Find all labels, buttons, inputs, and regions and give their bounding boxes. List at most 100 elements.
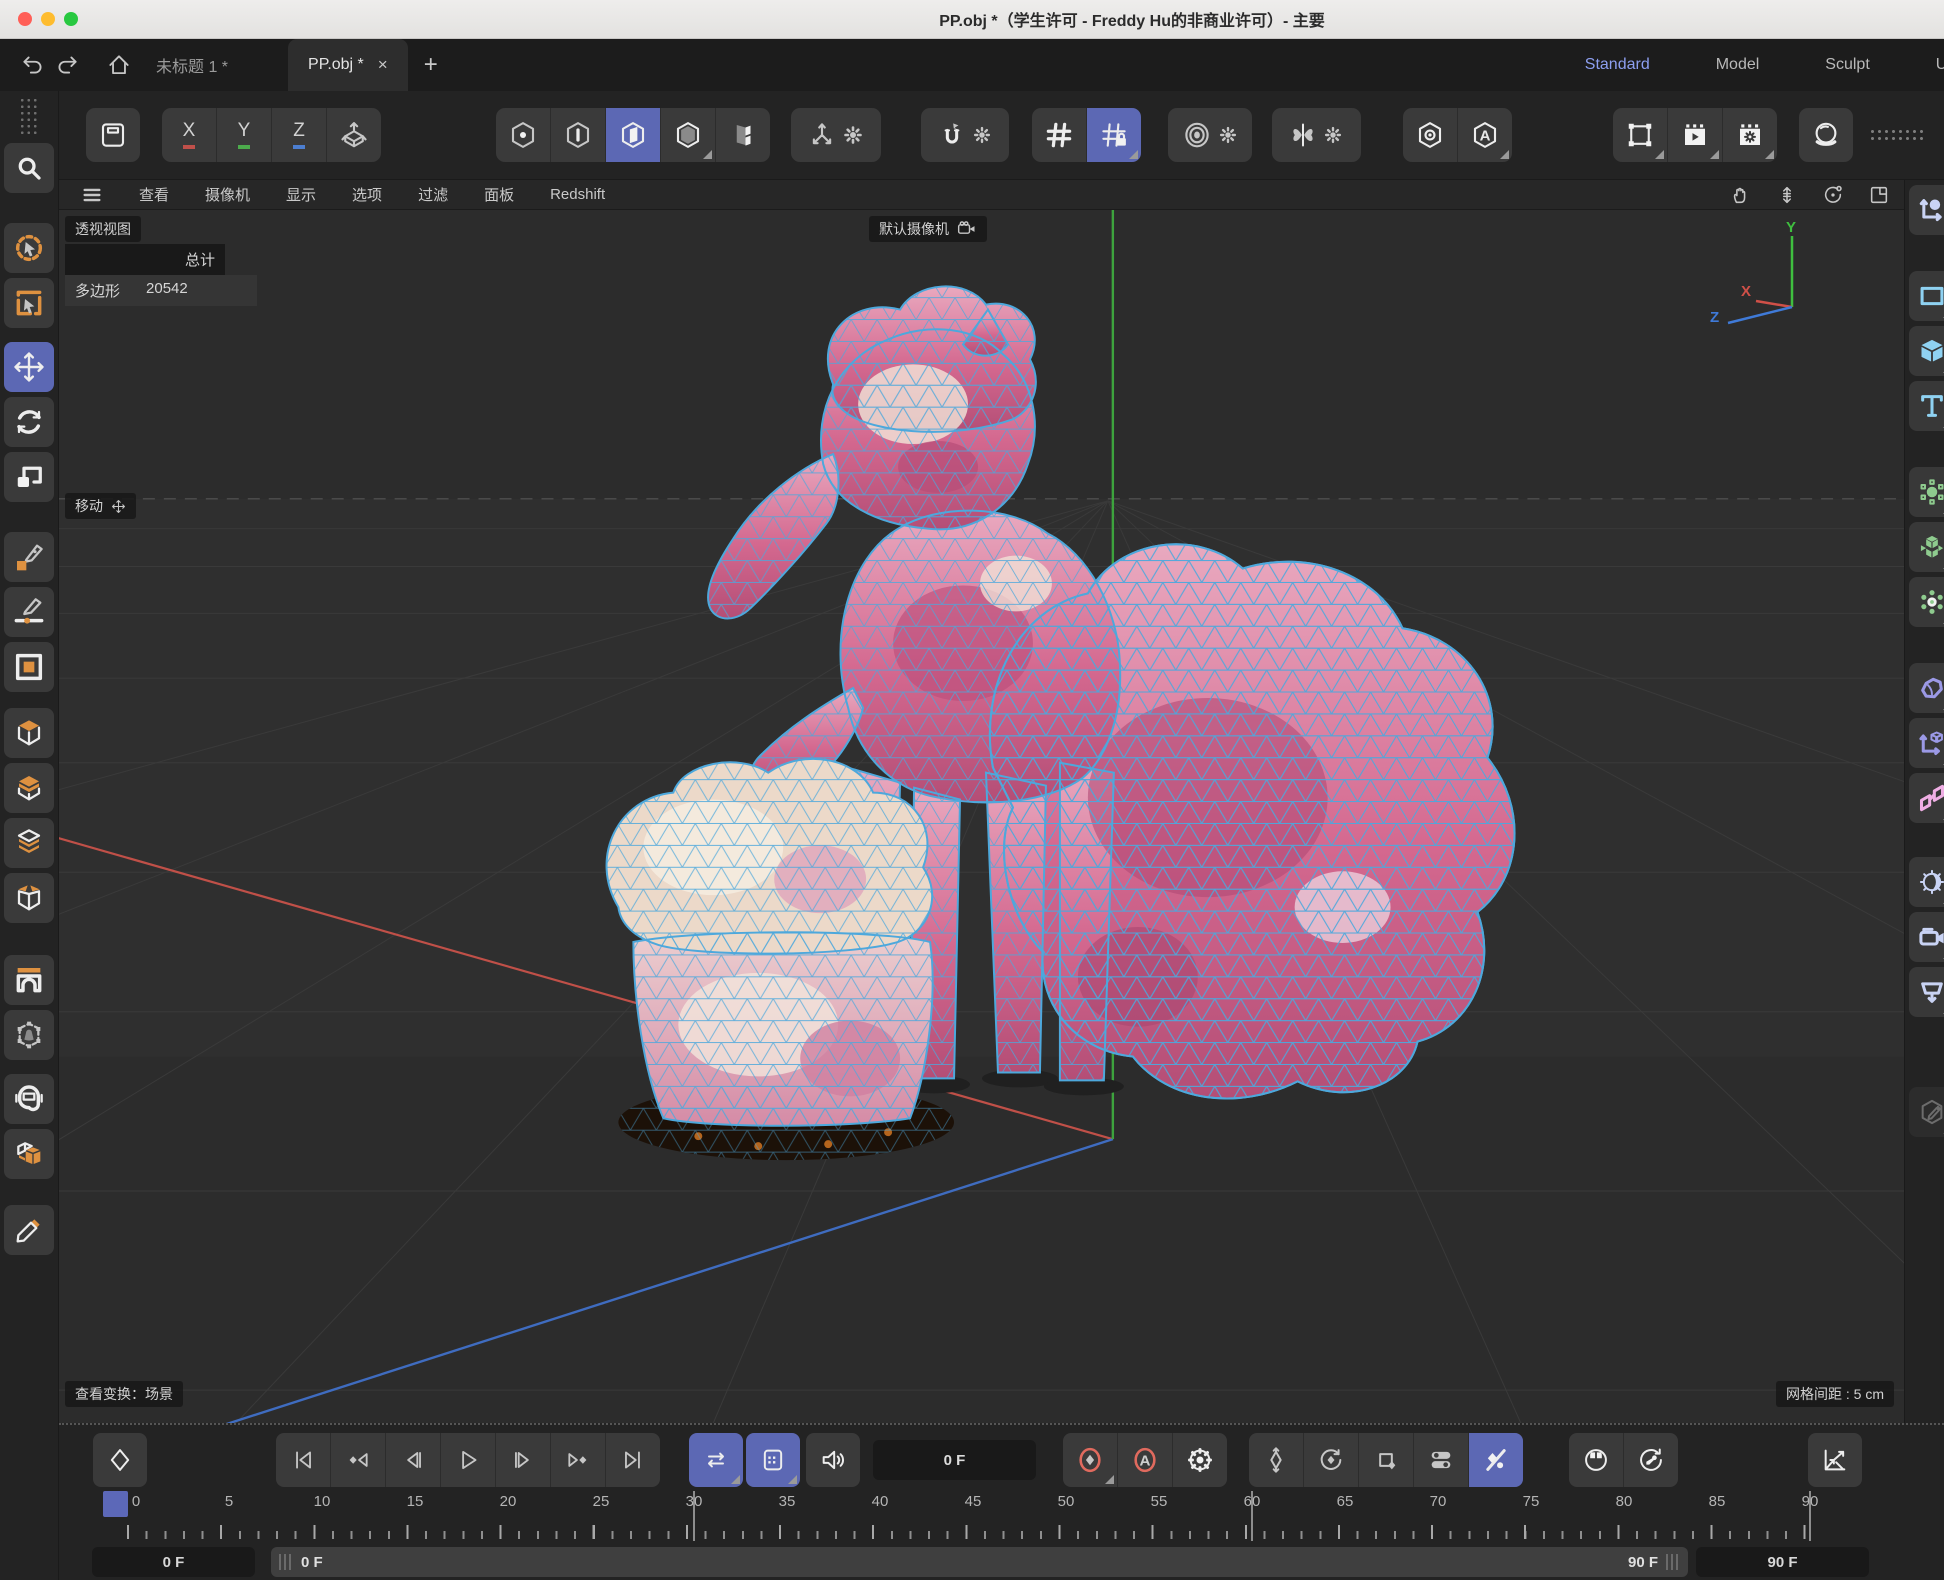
cupcake-model[interactable] bbox=[607, 759, 954, 1160]
pan-view-icon[interactable] bbox=[1730, 184, 1752, 206]
weld-tool[interactable] bbox=[4, 1074, 54, 1124]
home-button[interactable] bbox=[102, 48, 136, 82]
frame-selected-tool[interactable] bbox=[4, 642, 54, 692]
goto-end-button[interactable] bbox=[605, 1433, 660, 1487]
layout-sculpt[interactable]: Sculpt bbox=[1825, 56, 1869, 74]
coordinate-system-button[interactable] bbox=[326, 108, 381, 162]
viewport-canvas[interactable] bbox=[59, 210, 1904, 1423]
loop-playback-button[interactable] bbox=[689, 1433, 743, 1487]
material-manager-button[interactable] bbox=[1799, 108, 1853, 162]
cube-primitive-button[interactable] bbox=[1909, 326, 1944, 376]
menu-camera[interactable]: 摄像机 bbox=[205, 184, 250, 205]
preview-range-slider[interactable]: 0 F 90 F bbox=[271, 1547, 1688, 1577]
minimize-window-button[interactable] bbox=[41, 12, 55, 26]
render-to-viewer-button[interactable] bbox=[1667, 108, 1722, 162]
render-settings-button[interactable] bbox=[1722, 108, 1777, 162]
key-parameters-button[interactable] bbox=[1413, 1433, 1468, 1487]
workplane-grid-button[interactable] bbox=[1032, 108, 1086, 162]
sound-toggle-button[interactable] bbox=[806, 1433, 860, 1487]
end-frame-field[interactable]: 90 F bbox=[1696, 1547, 1869, 1577]
play-button[interactable] bbox=[440, 1433, 495, 1487]
soft-selection-weight-tool[interactable] bbox=[4, 1010, 54, 1060]
explode-segments-tool[interactable] bbox=[4, 873, 54, 923]
lock-x-axis-button[interactable]: X bbox=[162, 108, 216, 162]
lock-y-axis-button[interactable]: Y bbox=[216, 108, 271, 162]
object-mode-button[interactable] bbox=[715, 108, 770, 162]
live-selection-tool[interactable] bbox=[4, 223, 54, 273]
key-position-button[interactable] bbox=[1249, 1433, 1303, 1487]
lock-z-axis-button[interactable]: Z bbox=[271, 108, 326, 162]
start-frame-field[interactable]: 0 F bbox=[92, 1547, 255, 1577]
timeline-editor-button[interactable] bbox=[1808, 1433, 1862, 1487]
search-commander-button[interactable] bbox=[4, 143, 54, 193]
record-active-objects-button[interactable] bbox=[1063, 1433, 1117, 1487]
pen-create-spline-tool[interactable] bbox=[4, 532, 54, 582]
toolbar-drag-handle[interactable] bbox=[1869, 128, 1927, 143]
volume-builder-button[interactable] bbox=[1909, 522, 1944, 572]
menu-redshift[interactable]: Redshift bbox=[550, 186, 605, 203]
dolly-view-icon[interactable] bbox=[1776, 184, 1798, 206]
play-mode-button[interactable] bbox=[746, 1433, 800, 1487]
text-object-button[interactable] bbox=[1909, 381, 1944, 431]
layout-uv[interactable]: UV bbox=[1936, 56, 1944, 74]
snap-settings-button[interactable] bbox=[921, 108, 1009, 162]
enable-axis-button[interactable] bbox=[791, 108, 881, 162]
camera-name-label[interactable]: 默认摄像机 bbox=[869, 216, 987, 242]
key-scale-button[interactable] bbox=[1358, 1433, 1413, 1487]
edges-mode-button[interactable] bbox=[550, 108, 605, 162]
points-mode-button[interactable] bbox=[496, 108, 550, 162]
viewport[interactable]: 透视视图 默认摄像机 总计 多边形20542 移动 bbox=[59, 210, 1904, 1423]
autokey-button[interactable]: A bbox=[1117, 1433, 1172, 1487]
mograph-cloner-button[interactable] bbox=[1909, 773, 1944, 823]
knife-tool[interactable] bbox=[4, 1205, 54, 1255]
close-tab-icon[interactable]: × bbox=[378, 55, 388, 75]
tab-ppobj[interactable]: PP.obj * × bbox=[288, 39, 408, 91]
orbit-view-icon[interactable] bbox=[1822, 184, 1844, 206]
next-key-button[interactable] bbox=[550, 1433, 605, 1487]
camera-object-button[interactable] bbox=[1909, 912, 1944, 962]
new-tab-button[interactable]: + bbox=[408, 51, 454, 79]
render-view-button[interactable] bbox=[1168, 108, 1252, 162]
keyframe-settings-button[interactable] bbox=[1172, 1433, 1227, 1487]
animation-mouse-button[interactable] bbox=[1569, 1433, 1623, 1487]
range-end-handle[interactable] bbox=[1666, 1554, 1680, 1570]
menu-filter[interactable]: 过滤 bbox=[418, 184, 448, 205]
subdivide-tool[interactable] bbox=[4, 818, 54, 868]
menu-panel[interactable]: 面板 bbox=[484, 184, 514, 205]
current-frame-field[interactable]: 0 F bbox=[873, 1440, 1036, 1480]
deformer-bend-button[interactable] bbox=[1909, 663, 1944, 713]
close-window-button[interactable] bbox=[18, 12, 32, 26]
menu-view[interactable]: 查看 bbox=[139, 184, 169, 205]
redo-button[interactable] bbox=[50, 48, 84, 82]
key-rotation-button[interactable] bbox=[1303, 1433, 1358, 1487]
next-frame-button[interactable] bbox=[495, 1433, 550, 1487]
scale-tool[interactable] bbox=[4, 452, 54, 502]
render-region-button[interactable] bbox=[1613, 108, 1667, 162]
move-tool[interactable] bbox=[4, 342, 54, 392]
simulation-button[interactable] bbox=[1909, 577, 1944, 627]
instance-object-button[interactable] bbox=[1909, 718, 1944, 768]
save-project-button[interactable] bbox=[86, 108, 140, 162]
rotate-tool[interactable] bbox=[4, 397, 54, 447]
playhead[interactable] bbox=[103, 1491, 128, 1517]
range-start-handle[interactable] bbox=[279, 1554, 293, 1570]
symmetry-settings-button[interactable] bbox=[1272, 108, 1361, 162]
extrude-tool[interactable] bbox=[4, 708, 54, 758]
floor-environment-button[interactable] bbox=[1909, 967, 1944, 1017]
model-mode-button[interactable] bbox=[660, 108, 715, 162]
polygons-mode-button[interactable] bbox=[605, 108, 660, 162]
viewport-menu-icon[interactable] bbox=[81, 184, 103, 206]
layout-model[interactable]: Model bbox=[1716, 56, 1760, 74]
layout-standard[interactable]: Standard bbox=[1585, 56, 1650, 74]
bridge-tool[interactable] bbox=[4, 955, 54, 1005]
animation-record-rotate-button[interactable] bbox=[1623, 1433, 1678, 1487]
palette-drag-handle[interactable] bbox=[19, 97, 39, 135]
asset-coordinates-button[interactable] bbox=[1909, 185, 1944, 235]
key-filter-off-button[interactable] bbox=[1468, 1433, 1523, 1487]
light-object-button[interactable] bbox=[1909, 857, 1944, 907]
tab-untitled[interactable]: 未标题 1 * bbox=[136, 39, 248, 91]
field-effector-button[interactable] bbox=[1909, 467, 1944, 517]
previous-key-button[interactable] bbox=[330, 1433, 385, 1487]
record-keyframe-button[interactable] bbox=[93, 1433, 147, 1487]
menu-display[interactable]: 显示 bbox=[286, 184, 316, 205]
